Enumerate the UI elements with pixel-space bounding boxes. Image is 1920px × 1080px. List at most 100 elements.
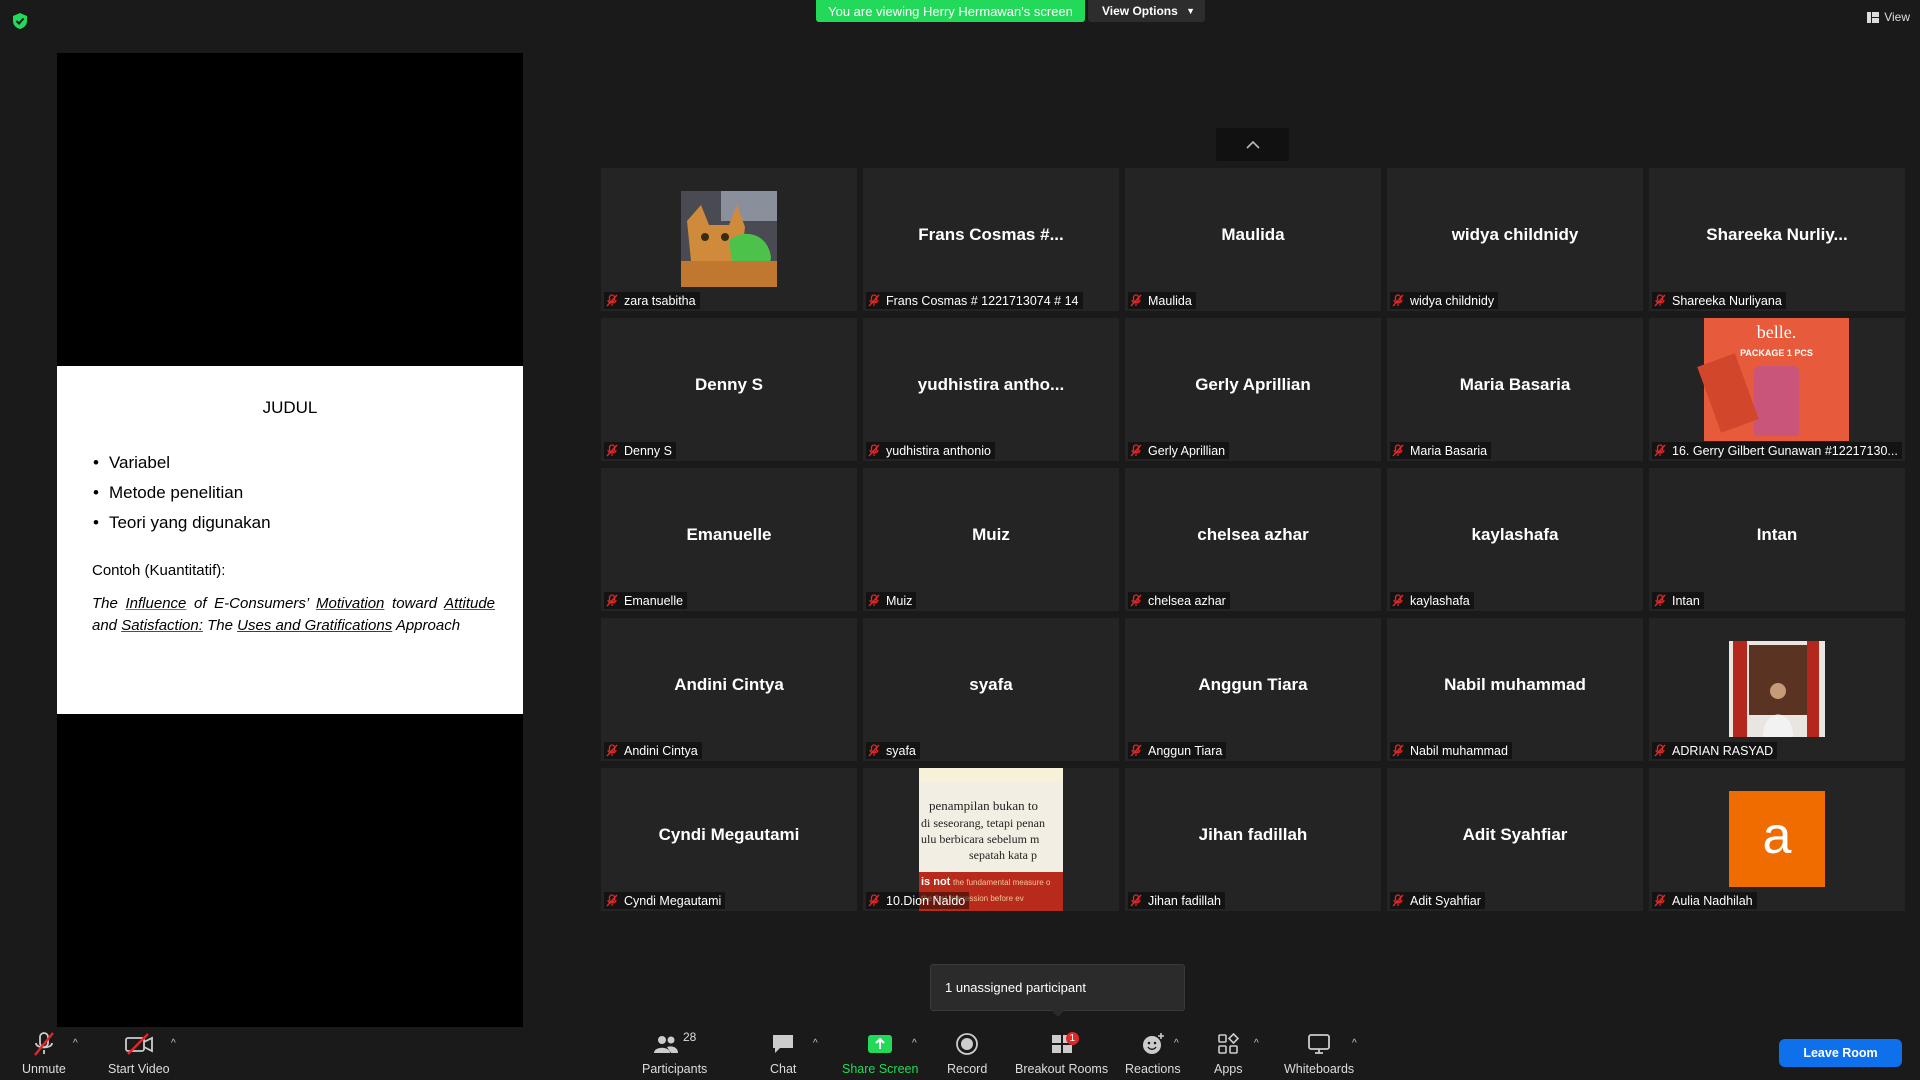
participant-tile[interactable]: Intan Intan: [1649, 468, 1905, 611]
whiteboards-button[interactable]: Whiteboards: [1284, 1030, 1354, 1076]
participant-name-label: Nabil muhammad: [1390, 742, 1512, 759]
participant-tile[interactable]: chelsea azhar chelsea azhar: [1125, 468, 1381, 611]
reactions-button[interactable]: Reactions: [1125, 1030, 1181, 1076]
participant-name: chelsea azhar: [1148, 593, 1226, 608]
video-options-caret[interactable]: ^: [171, 1038, 176, 1049]
view-options-button[interactable]: View Options ▼: [1088, 0, 1205, 22]
participant-tile[interactable]: syafa syafa: [863, 618, 1119, 761]
participant-tile[interactable]: Emanuelle Emanuelle: [601, 468, 857, 611]
participant-video-image: belle. PACKAGE 1 PCS: [1697, 318, 1849, 441]
slide-title: JUDUL: [262, 398, 318, 417]
participant-name: Anggun Tiara: [1148, 743, 1223, 758]
chat-bubble-icon: [773, 1035, 794, 1053]
participant-tile[interactable]: belle. PACKAGE 1 PCS 16. Gerry Gilbert Gun…: [1649, 318, 1905, 461]
unmute-button[interactable]: Unmute: [22, 1030, 66, 1076]
participant-name-label: 16. Gerry Gilbert Gunawan #12217130...: [1652, 442, 1902, 459]
participant-display-name: Intan: [1756, 525, 1798, 544]
participant-tile[interactable]: Anggun Tiara Anggun Tiara: [1125, 618, 1381, 761]
share-screen-button[interactable]: Share Screen: [842, 1030, 918, 1076]
microphone-muted-icon: [606, 744, 618, 757]
view-button[interactable]: View: [1867, 10, 1910, 24]
participant-name: Aulia Nadhilah: [1672, 893, 1753, 908]
microphone-muted-icon: [1654, 894, 1666, 907]
leave-room-button[interactable]: Leave Room: [1779, 1039, 1902, 1067]
reactions-options-caret[interactable]: ^: [1174, 1038, 1179, 1049]
participant-tile[interactable]: Frans Cosmas #... Frans Cosmas # 12217130…: [863, 168, 1119, 311]
participant-name: zara tsabitha: [624, 293, 696, 308]
participant-name-label: Jihan fadillah: [1128, 892, 1225, 909]
view-options-label: View Options: [1102, 4, 1178, 18]
participant-tile[interactable]: Adit Syahfiar Adit Syahfiar: [1387, 768, 1643, 911]
slide-example-title: The Influence of E-Consumers’ Motivation…: [92, 595, 496, 634]
chevron-up-icon: [1245, 140, 1260, 149]
breakout-rooms-button[interactable]: 1 Breakout Rooms: [1015, 1030, 1108, 1076]
participant-display-name: Anggun Tiara: [1198, 675, 1308, 694]
participant-tile[interactable]: widya childnidy widya childnidy: [1387, 168, 1643, 311]
participant-name: Frans Cosmas # 1221713074 # 14: [886, 293, 1079, 308]
apps-options-caret[interactable]: ^: [1254, 1038, 1259, 1049]
participant-tile[interactable]: zara tsabitha: [601, 168, 857, 311]
microphone-muted-icon: [606, 894, 618, 907]
participant-tile[interactable]: Jihan fadillah Jihan fadillah: [1125, 768, 1381, 911]
participant-name-label: yudhistira anthonio: [866, 442, 995, 459]
participant-tile[interactable]: a Aulia Nadhilah: [1649, 768, 1905, 911]
microphone-muted-icon: [606, 444, 618, 457]
microphone-muted-icon: [868, 894, 880, 907]
video-camera-off-icon: [124, 1033, 153, 1055]
participants-button[interactable]: 28 Participants: [642, 1030, 707, 1076]
viewing-screen-banner: You are viewing Herry Hermawan's screen: [816, 0, 1085, 22]
participants-label: Participants: [642, 1062, 708, 1076]
participant-name-label: zara tsabitha: [604, 292, 700, 309]
record-label: Record: [947, 1062, 988, 1076]
participant-tile[interactable]: Maria Basaria Maria Basaria: [1387, 318, 1643, 461]
security-shield-icon[interactable]: [12, 12, 28, 30]
chat-options-caret[interactable]: ^: [813, 1038, 818, 1049]
participant-tile[interactable]: Denny S Denny S: [601, 318, 857, 461]
participant-name-label: chelsea azhar: [1128, 592, 1230, 609]
participant-tile[interactable]: Nabil muhammad Nabil muhammad: [1387, 618, 1643, 761]
record-button[interactable]: Record: [947, 1030, 987, 1076]
participant-tile[interactable]: Gerly Aprillian Gerly Aprillian: [1125, 318, 1381, 461]
apps-button[interactable]: Apps: [1214, 1030, 1243, 1076]
participant-name: Muiz: [886, 593, 913, 608]
participant-tile[interactable]: yudhistira antho... yudhistira anthonio: [863, 318, 1119, 461]
start-video-button[interactable]: Start Video: [108, 1030, 170, 1076]
audio-options-caret[interactable]: ^: [73, 1038, 78, 1049]
microphone-muted-icon: [1654, 294, 1666, 307]
participant-display-name: Emanuelle: [686, 525, 772, 544]
participant-name: kaylashafa: [1410, 593, 1470, 608]
microphone-muted-icon: [1392, 444, 1404, 457]
gallery-previous-page-button[interactable]: [1216, 128, 1289, 161]
participant-name: Shareeka Nurliyana: [1672, 293, 1782, 308]
participant-name-label: Cyndi Megautami: [604, 892, 726, 909]
participant-name: Jihan fadillah: [1148, 893, 1221, 908]
participant-name: 10.Dion Naldo: [886, 893, 966, 908]
view-label: View: [1884, 10, 1910, 24]
participant-name: Gerly Aprillian: [1148, 443, 1226, 458]
participant-tile[interactable]: kaylashafa kaylashafa: [1387, 468, 1643, 611]
apps-icon: [1218, 1033, 1240, 1054]
participant-tile[interactable]: Andini Cintya Andini Cintya: [601, 618, 857, 761]
unmute-label: Unmute: [22, 1062, 66, 1076]
slide-bullet: Variabel: [93, 448, 271, 478]
participant-name-label: widya childnidy: [1390, 292, 1499, 309]
participant-tile[interactable]: Muiz Muiz: [863, 468, 1119, 611]
share-screen-icon: [868, 1035, 893, 1053]
participant-tile[interactable]: Cyndi Megautami Cyndi Megautami: [601, 768, 857, 911]
share-options-caret[interactable]: ^: [912, 1038, 917, 1049]
participant-tile[interactable]: Shareeka Nurliy... Shareeka Nurliyana: [1649, 168, 1905, 311]
microphone-muted-icon: [1392, 894, 1404, 907]
chat-button[interactable]: Chat: [770, 1030, 796, 1076]
participant-display-name: Gerly Aprillian: [1195, 375, 1311, 394]
participant-name: Intan: [1672, 593, 1700, 608]
participant-display-name: Jihan fadillah: [1198, 825, 1308, 844]
microphone-muted-icon: [868, 294, 880, 307]
microphone-muted-icon: [1654, 444, 1666, 457]
participant-tile[interactable]: ADRIAN RASYAD: [1649, 618, 1905, 761]
share-screen-label: Share Screen: [842, 1062, 919, 1076]
participant-name: Maria Basaria: [1410, 443, 1488, 458]
participant-tile[interactable]: Maulida Maulida: [1125, 168, 1381, 311]
participant-tile[interactable]: penampilan bukan to di seseorang, tetapi …: [863, 768, 1119, 911]
participant-name-label: Intan: [1652, 592, 1704, 609]
whiteboards-options-caret[interactable]: ^: [1352, 1038, 1357, 1049]
